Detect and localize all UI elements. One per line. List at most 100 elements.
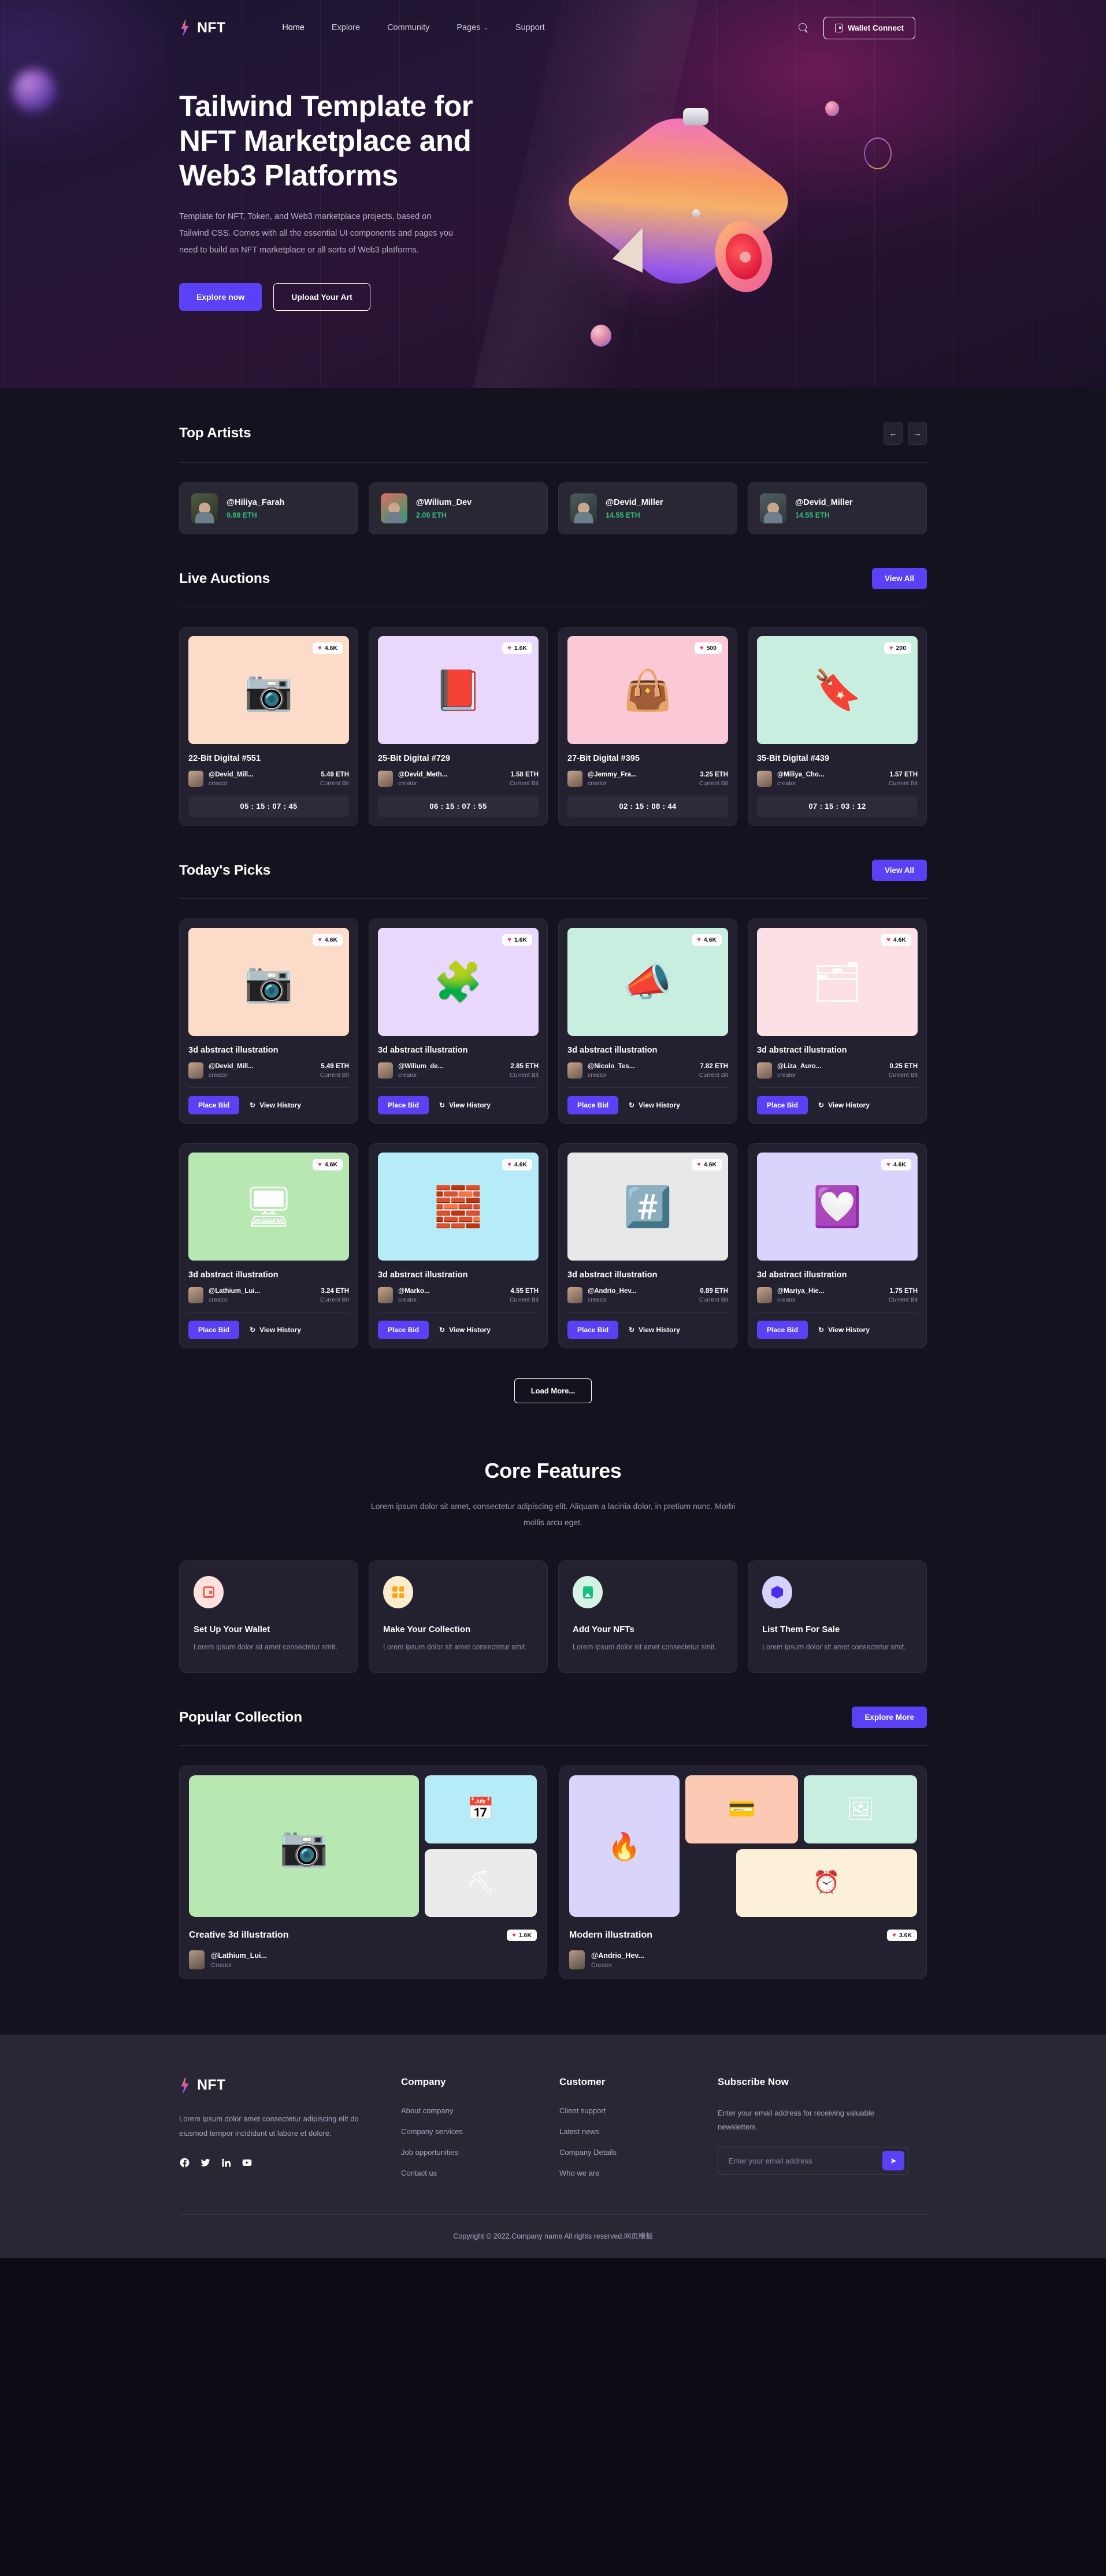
footer-link-job-opportunities[interactable]: Job opportunities <box>401 2148 528 2157</box>
place-bid-button[interactable]: Place Bid <box>188 1321 240 1339</box>
artist-card[interactable]: @Hiliya_Farah 9.89 ETH <box>179 482 358 534</box>
feature-name: Set Up Your Wallet <box>194 1625 270 1634</box>
auction-card[interactable]: 📷 ♥ 4.6K 22-Bit Digital #551 @Devid_Mill… <box>179 627 358 826</box>
nav-item-explore[interactable]: Explore <box>332 23 360 32</box>
footer-link-company-services[interactable]: Company services <box>401 2127 528 2136</box>
view-history-button[interactable]: ↻ View History <box>818 1326 870 1334</box>
card-actions: Place Bid ↻ View History <box>757 1321 918 1339</box>
collection-title: Creative 3d illustration <box>189 1930 289 1941</box>
auction-card[interactable]: 👜 ♥ 500 27-Bit Digital #395 @Jemmy_Fra..… <box>558 627 737 826</box>
feature-card[interactable]: Add Your NFTs Lorem ipsum dolor sit amet… <box>558 1560 737 1674</box>
top-navbar: NFT Home Explore Community Pages ⌄ Suppo… <box>0 0 1106 55</box>
view-history-button[interactable]: ↻ View History <box>439 1101 491 1109</box>
view-history-button[interactable]: ↻ View History <box>439 1326 491 1334</box>
linkedin-icon[interactable] <box>221 2157 232 2168</box>
nft-title: 3d abstract illustration <box>757 1046 847 1055</box>
place-bid-button[interactable]: Place Bid <box>757 1321 808 1339</box>
facebook-icon[interactable] <box>179 2157 190 2168</box>
nft-meta: @Devid_Mill... creator 5.49 ETH Current … <box>188 1062 349 1079</box>
view-history-button[interactable]: ↻ View History <box>629 1326 680 1334</box>
hero-buttons: Explore now Upload Your Art <box>179 282 503 311</box>
pick-card[interactable]: 🖥 ♥ 4.6K 3d abstract illustration @Lathi… <box>179 1143 358 1348</box>
nft-price: 3.24 ETH Current Bit <box>320 1288 349 1303</box>
nav-item-home[interactable]: Home <box>282 23 305 32</box>
footer-link-company-details[interactable]: Company Details <box>559 2148 686 2157</box>
brand-logo[interactable]: NFT <box>179 18 225 37</box>
artist-card[interactable]: @Devid_Miller 14.55 ETH <box>558 482 737 534</box>
footer-logo[interactable]: NFT <box>179 2076 370 2095</box>
collection-tile-row: 💳 🖼 <box>685 1775 917 1843</box>
artist-card[interactable]: @Devid_Miller 14.55 ETH <box>748 482 927 534</box>
pick-card[interactable]: 💟 ♥ 4.6K 3d abstract illustration @Mariy… <box>748 1143 927 1348</box>
like-count: 4.6K <box>893 936 906 943</box>
nav-item-pages[interactable]: Pages ⌄ <box>456 23 488 32</box>
nft-thumbnail: ️#️⃣ ♥ 4.6K <box>567 1153 728 1261</box>
place-bid-button[interactable]: Place Bid <box>188 1096 240 1114</box>
feature-card[interactable]: List Them For Sale Lorem ipsum dolor sit… <box>748 1560 927 1674</box>
load-more-button[interactable]: Load More... <box>514 1378 592 1403</box>
creator-role: creator <box>398 1296 417 1303</box>
nft-artwork: 📷 <box>244 960 294 1004</box>
collection-card[interactable]: 📷 📅 ⛏ Creative 3d illustration ♥ 1.6K @L… <box>179 1765 547 1980</box>
view-history-button[interactable]: ↻ View History <box>629 1101 680 1109</box>
collection-card[interactable]: 🔥 💳 🖼 ⏰ Modern illustration ♥ 3.6K @Andr… <box>559 1765 927 1980</box>
nav-label: Home <box>282 23 305 32</box>
explore-now-button[interactable]: Explore now <box>179 282 262 311</box>
footer-link-contact-us[interactable]: Contact us <box>401 2169 528 2177</box>
explore-more-button[interactable]: Explore More <box>852 1707 927 1729</box>
subscribe-submit-button[interactable]: ➤ <box>882 2151 904 2171</box>
card-actions: Place Bid ↻ View History <box>567 1321 728 1339</box>
footer-link-about-company[interactable]: About company <box>401 2106 528 2115</box>
creator-role: creator <box>588 779 607 787</box>
pick-card[interactable]: 📣 ♥ 4.6K 3d abstract illustration @Nicol… <box>558 919 737 1124</box>
like-badge: ♥ 1.6K <box>502 642 532 654</box>
footer-link-who-we-are[interactable]: Who we are <box>559 2169 686 2177</box>
view-history-button[interactable]: ↻ View History <box>250 1101 301 1109</box>
view-history-button[interactable]: ↻ View History <box>818 1101 870 1109</box>
youtube-icon[interactable] <box>242 2157 253 2168</box>
pick-card[interactable]: 🗂 ♥ 4.6K 3d abstract illustration @Liza_… <box>748 919 927 1124</box>
artist-card[interactable]: @Wilium_Dev 2.09 ETH <box>369 482 548 534</box>
nav-item-community[interactable]: Community <box>387 23 429 32</box>
card-actions: Place Bid ↻ View History <box>188 1096 349 1114</box>
footer-link-latest-news[interactable]: Latest news <box>559 2127 686 2136</box>
feature-card[interactable]: Make Your Collection Lorem ipsum dolor s… <box>369 1560 548 1674</box>
email-field[interactable] <box>729 2156 882 2165</box>
nft-title: 3d abstract illustration <box>378 1270 468 1280</box>
view-history-button[interactable]: ↻ View History <box>250 1326 301 1334</box>
nav-item-support[interactable]: Support <box>515 23 545 32</box>
like-badge: ♥ 4.6K <box>313 934 343 946</box>
todays-picks-view-all-button[interactable]: View All <box>871 860 927 881</box>
place-bid-button[interactable]: Place Bid <box>567 1096 619 1114</box>
nft-title: 3d abstract illustration <box>567 1270 658 1280</box>
place-bid-button[interactable]: Place Bid <box>378 1096 429 1114</box>
like-badge: ♥ 4.6K <box>313 1159 343 1170</box>
like-badge: ♥ 4.6K <box>881 934 911 946</box>
footer-brand-name: NFT <box>197 2077 226 2094</box>
auction-card[interactable]: 📕 ♥ 1.6K 25-Bit Digital #729 @Devid_Meth… <box>369 627 548 826</box>
live-auctions-view-all-button[interactable]: View All <box>871 568 927 589</box>
pick-card[interactable]: ️#️⃣ ♥ 4.6K 3d abstract illustration @An… <box>558 1143 737 1348</box>
auction-card[interactable]: 🔖 ♥ 200 35-Bit Digital #439 @Miliya_Cho.… <box>748 627 927 826</box>
search-icon[interactable] <box>798 23 808 33</box>
site-footer: NFT Lorem ipsum dolor amet consectetur a… <box>0 2035 1106 2259</box>
cube-knob-icon <box>683 108 708 125</box>
pick-card[interactable]: 🧩 ♥ 1.6K 3d abstract illustration @Wiliu… <box>369 919 548 1124</box>
upload-your-art-button[interactable]: Upload Your Art <box>273 282 370 311</box>
feature-card[interactable]: Set Up Your Wallet Lorem ipsum dolor sit… <box>179 1560 358 1674</box>
footer-link-client-support[interactable]: Client support <box>559 2106 686 2115</box>
wallet-connect-button[interactable]: Wallet Connect <box>823 16 915 39</box>
heart-icon: ♥ <box>889 644 893 652</box>
carousel-prev-button[interactable]: ← <box>884 422 903 445</box>
price-value: 4.55 ETH <box>510 1287 539 1295</box>
nft-title: 3d abstract illustration <box>567 1046 658 1055</box>
place-bid-button[interactable]: Place Bid <box>378 1321 429 1339</box>
pick-card[interactable]: 📷 ♥ 4.6K 3d abstract illustration @Devid… <box>179 919 358 1124</box>
pick-card[interactable]: 🧱 ♥ 4.6K 3d abstract illustration @Marko… <box>369 1143 548 1348</box>
carousel-next-button[interactable]: → <box>908 422 927 445</box>
place-bid-button[interactable]: Place Bid <box>757 1096 808 1114</box>
place-bid-button[interactable]: Place Bid <box>567 1321 619 1339</box>
refresh-icon: ↻ <box>629 1326 635 1334</box>
nft-price: 1.58 ETH Current Bit <box>510 771 539 787</box>
twitter-icon[interactable] <box>200 2157 211 2168</box>
